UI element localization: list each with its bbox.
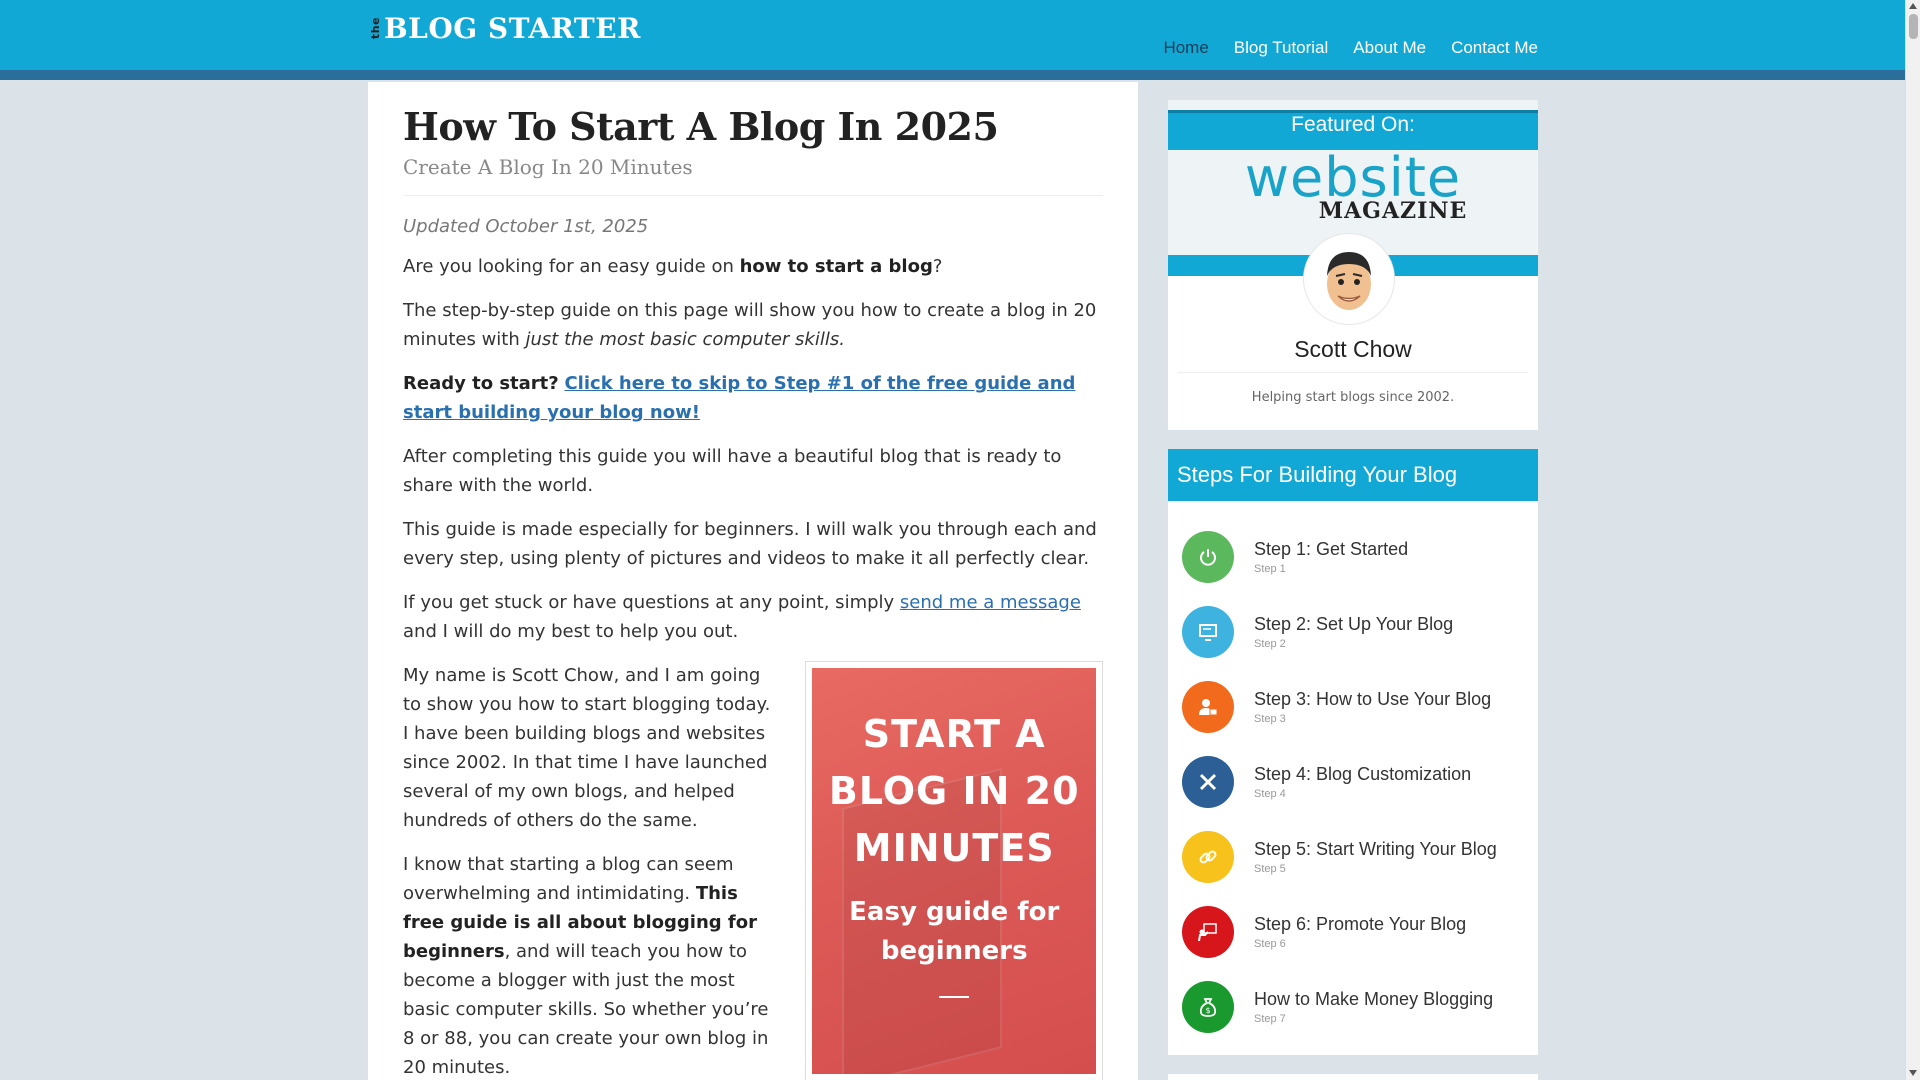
step-sublabel: Step 1 xyxy=(1254,563,1286,575)
promo-subtitle: Easy guide for beginners xyxy=(849,897,1060,966)
svg-text:$: $ xyxy=(1205,1006,1210,1015)
scroll-thumb[interactable] xyxy=(1909,14,1918,39)
avatar xyxy=(1304,234,1394,324)
step-label: Step 4: Blog Customization xyxy=(1254,764,1472,784)
page-scrollbar[interactable] xyxy=(1905,0,1920,1080)
power-icon xyxy=(1182,531,1234,583)
author-face-icon xyxy=(1308,238,1390,320)
promo-divider xyxy=(939,996,970,998)
next-sidebar-card xyxy=(1168,1074,1538,1080)
header-strip xyxy=(0,70,1905,80)
article-title: How To Start A Blog In 2025 xyxy=(403,104,999,149)
author-tagline: Helping start blogs since 2002. xyxy=(1251,390,1455,405)
featured-label: Featured On: xyxy=(1291,113,1415,136)
promo-graphic: START A BLOG IN 20 MINUTES Easy guide fo… xyxy=(812,668,1096,1074)
paragraph-stuck: If you get stuck or have questions at an… xyxy=(403,592,1081,642)
website-magazine-logo[interactable]: website MAGAZINE xyxy=(1168,150,1538,225)
money-bag-icon: $ xyxy=(1182,981,1234,1033)
intro-text-column: My name is Scott Chow, and I am going to… xyxy=(403,661,777,1080)
nav-about-me[interactable]: About Me xyxy=(1353,38,1426,58)
step-label: Step 2: Set Up Your Blog xyxy=(1254,614,1454,634)
paragraph-guide: The step-by-step guide on this page will… xyxy=(403,300,1097,350)
link-icon xyxy=(1182,831,1234,883)
steps-title: Steps For Building Your Blog xyxy=(1168,449,1538,501)
step-item-6[interactable]: Step 6: Promote Your Blog Step 6 xyxy=(1182,906,1466,958)
paragraph-overwhelming: I know that starting a blog can seem ove… xyxy=(403,854,769,1078)
featured-card: Featured On: website MAGAZINE Scott Chow… xyxy=(1168,100,1538,430)
step-label: Step 1: Get Started xyxy=(1254,539,1409,559)
step-sublabel: Step 5 xyxy=(1254,863,1286,875)
logo-text: BLOG STARTER xyxy=(384,12,641,45)
main-nav: Home Blog Tutorial About Me Contact Me xyxy=(1163,38,1538,58)
step-label: Step 3: How to Use Your Blog xyxy=(1254,689,1492,709)
step-sublabel: Step 3 xyxy=(1254,713,1286,725)
scroll-down-arrow-icon[interactable] xyxy=(1909,1070,1917,1076)
paragraph-author: My name is Scott Chow, and I am going to… xyxy=(403,665,771,831)
nav-blog-tutorial[interactable]: Blog Tutorial xyxy=(1234,38,1329,58)
site-logo[interactable]: the BLOG STARTER xyxy=(369,12,641,45)
promo-title: START A BLOG IN 20 MINUTES xyxy=(828,712,1080,870)
step-sublabel: Step 4 xyxy=(1254,788,1286,800)
paragraph-beginners: This guide is made especially for beginn… xyxy=(403,519,1097,569)
step-item-5[interactable]: Step 5: Start Writing Your Blog Step 5 xyxy=(1182,831,1497,883)
nav-contact-me[interactable]: Contact Me xyxy=(1451,38,1538,58)
steps-card: Steps For Building Your Blog Step 1: Get… xyxy=(1168,449,1538,1055)
step-item-7[interactable]: $ How to Make Money Blogging Step 7 xyxy=(1182,981,1493,1033)
tools-icon xyxy=(1182,756,1234,808)
step-item-2[interactable]: Step 2: Set Up Your Blog Step 2 xyxy=(1182,606,1453,658)
send-message-link[interactable]: send me a message xyxy=(900,592,1081,613)
site-header: the BLOG STARTER Home Blog Tutorial Abou… xyxy=(0,0,1905,70)
step-label: Step 5: Start Writing Your Blog xyxy=(1254,839,1497,859)
monitor-icon xyxy=(1182,606,1234,658)
step-sublabel: Step 6 xyxy=(1254,938,1286,950)
nav-home[interactable]: Home xyxy=(1163,38,1208,58)
divider xyxy=(1178,372,1528,373)
intro-columns: My name is Scott Chow, and I am going to… xyxy=(403,661,1103,1080)
article-subtitle: Create A Blog In 20 Minutes xyxy=(403,155,1103,196)
paragraph-ready: Ready to start? Click here to skip to St… xyxy=(403,373,1076,423)
article: How To Start A Blog In 2025 Create A Blo… xyxy=(368,82,1138,1080)
scroll-up-arrow-icon[interactable] xyxy=(1909,3,1917,9)
user-lock-icon xyxy=(1182,681,1234,733)
step-sublabel: Step 2 xyxy=(1254,638,1286,650)
step-item-3[interactable]: Step 3: How to Use Your Blog Step 3 xyxy=(1182,681,1491,733)
step-sublabel: Step 7 xyxy=(1254,1013,1286,1025)
updated-date: Updated October 1st, 2025 xyxy=(403,216,649,237)
step-label: How to Make Money Blogging xyxy=(1254,989,1494,1009)
paragraph-intro: Are you looking for an easy guide on how… xyxy=(403,256,943,277)
promo-image[interactable]: START A BLOG IN 20 MINUTES Easy guide fo… xyxy=(805,661,1103,1080)
step-label: Step 6: Promote Your Blog xyxy=(1254,914,1467,934)
author-name: Scott Chow xyxy=(1294,336,1412,362)
logo-the-text: the xyxy=(369,17,382,40)
presentation-icon xyxy=(1182,906,1234,958)
paragraph-after: After completing this guide you will hav… xyxy=(403,446,1062,496)
step-item-4[interactable]: Step 4: Blog Customization Step 4 xyxy=(1182,756,1471,808)
step-item-1[interactable]: Step 1: Get Started Step 1 xyxy=(1182,531,1408,583)
